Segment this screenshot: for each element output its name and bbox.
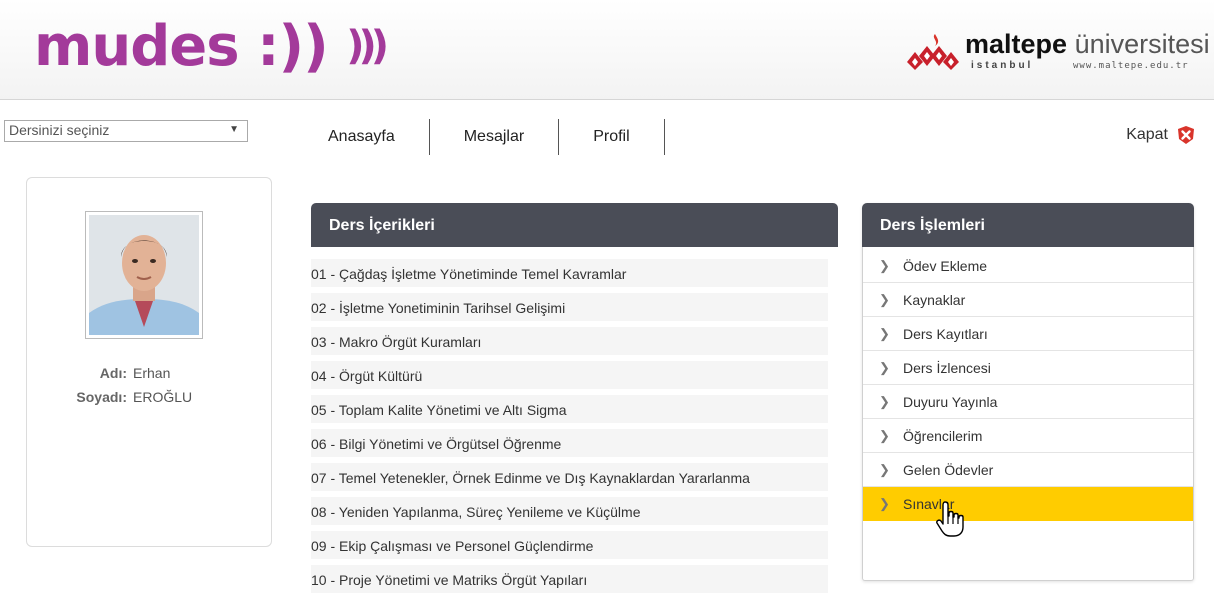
operation-received-assignments[interactable]: ❯ Gelen Ödevler	[863, 453, 1193, 487]
nav-messages[interactable]: Mesajlar	[430, 119, 560, 155]
operation-resources[interactable]: ❯ Kaynaklar	[863, 283, 1193, 317]
profile-photo-frame	[85, 211, 203, 339]
university-name-bold: maltepe	[965, 29, 1068, 59]
profile-card: Adı: Erhan Soyadı: EROĞLU	[26, 177, 272, 547]
hand-cursor-icon	[936, 501, 964, 537]
course-contents-title: Ders İçerikleri	[311, 203, 838, 247]
course-operations-title: Ders İşlemleri	[862, 203, 1194, 247]
course-content-item[interactable]: 10 - Proje Yönetimi ve Matriks Örgüt Yap…	[311, 565, 828, 593]
operation-my-students[interactable]: ❯ Öğrencilerim	[863, 419, 1193, 453]
course-content-item[interactable]: 04 - Örgüt Kültürü	[311, 361, 828, 389]
last-name-value: EROĞLU	[133, 389, 193, 405]
course-contents-panel: Ders İçerikleri 01 - Çağdaş İşletme Yöne…	[311, 203, 838, 603]
navigation-bar: Dersinizi seçiniz ▼ Anasayfa Mesajlar Pr…	[0, 101, 1214, 161]
course-content-item[interactable]: 08 - Yeniden Yapılanma, Süreç Yenileme v…	[311, 497, 828, 525]
university-emblem-icon	[907, 34, 959, 70]
profile-info: Adı: Erhan Soyadı: EROĞLU	[27, 361, 273, 409]
last-name-label: Soyadı:	[76, 389, 127, 405]
university-name: maltepe üniversitesi	[965, 28, 1210, 60]
operation-label: Duyuru Yayınla	[903, 393, 998, 410]
course-content-item[interactable]: 07 - Temel Yetenekler, Örnek Edinme ve D…	[311, 463, 828, 491]
operation-label: Ders İzlencesi	[903, 359, 991, 376]
course-content-item[interactable]: 01 - Çağdaş İşletme Yönetiminde Temel Ka…	[311, 259, 828, 287]
course-content-item[interactable]: 09 - Ekip Çalışması ve Personel Güçlendi…	[311, 531, 828, 559]
operation-label: Öğrencilerim	[903, 427, 983, 444]
first-name-row: Adı: Erhan	[27, 361, 273, 385]
operation-label: Kaynaklar	[903, 291, 966, 308]
operation-publish-announcement[interactable]: ❯ Duyuru Yayınla	[863, 385, 1193, 419]
course-select-dropdown[interactable]: Dersinizi seçiniz ▼	[4, 120, 248, 142]
avatar	[89, 215, 199, 335]
operation-add-assignment[interactable]: ❯ Ödev Ekleme	[863, 249, 1193, 283]
maltepe-university-logo: maltepe üniversitesi istanbul www.maltep…	[905, 24, 1210, 80]
course-contents-list: 01 - Çağdaş İşletme Yönetiminde Temel Ka…	[311, 247, 838, 593]
course-content-item[interactable]: 06 - Bilgi Yönetimi ve Örgütsel Öğrenme	[311, 429, 828, 457]
university-city: istanbul	[971, 60, 1034, 71]
close-label: Kapat	[1126, 126, 1168, 143]
chevron-right-icon: ❯	[879, 495, 890, 511]
operation-course-records[interactable]: ❯ Ders Kayıtları	[863, 317, 1193, 351]
operation-label: Gelen Ödevler	[903, 461, 994, 478]
chevron-right-icon: ❯	[879, 359, 890, 375]
course-content-item[interactable]: 02 - İşletme Yonetiminin Tarihsel Gelişi…	[311, 293, 828, 321]
chevron-right-icon: ❯	[879, 427, 890, 443]
chevron-right-icon: ❯	[879, 291, 890, 307]
university-url: www.maltepe.edu.tr	[1073, 61, 1189, 71]
course-select-value: Dersinizi seçiniz	[9, 122, 110, 138]
course-operations-panel: Ders İşlemleri ❯ Ödev Ekleme ❯ Kaynaklar…	[862, 203, 1194, 581]
nav-profile[interactable]: Profil	[559, 119, 665, 155]
brand-symbol: :))	[257, 14, 329, 79]
mudes-logo[interactable]: mudes :)) )))	[34, 10, 389, 83]
operation-label: Ders Kayıtları	[903, 325, 988, 342]
operation-syllabus[interactable]: ❯ Ders İzlencesi	[863, 351, 1193, 385]
course-operations-list: ❯ Ödev Ekleme ❯ Kaynaklar ❯ Ders Kayıtla…	[863, 247, 1193, 521]
chevron-right-icon: ❯	[879, 461, 890, 477]
course-content-item[interactable]: 03 - Makro Örgüt Kuramları	[311, 327, 828, 355]
first-name-value: Erhan	[133, 365, 171, 381]
page-header: mudes :)) ))) maltepe üniversitesi istan…	[0, 0, 1214, 100]
course-content-item[interactable]: 05 - Toplam Kalite Yönetimi ve Altı Sigm…	[311, 395, 828, 423]
brand-waves: )))	[346, 23, 389, 69]
first-name-label: Adı:	[99, 365, 127, 381]
close-button[interactable]: Kapat	[1126, 125, 1196, 145]
brand-text: mudes	[34, 14, 240, 79]
chevron-right-icon: ❯	[879, 257, 890, 273]
operation-exams[interactable]: ❯ Sınavlar	[863, 487, 1193, 521]
operation-label: Ödev Ekleme	[903, 257, 988, 274]
dropdown-arrow-icon: ▼	[229, 124, 239, 135]
chevron-right-icon: ❯	[879, 393, 890, 409]
last-name-row: Soyadı: EROĞLU	[27, 385, 273, 409]
main-menu: Anasayfa Mesajlar Profil	[310, 119, 665, 155]
chevron-right-icon: ❯	[879, 325, 890, 341]
nav-home[interactable]: Anasayfa	[310, 119, 430, 155]
university-name-light: üniversitesi	[1074, 29, 1210, 59]
close-icon	[1178, 126, 1194, 144]
